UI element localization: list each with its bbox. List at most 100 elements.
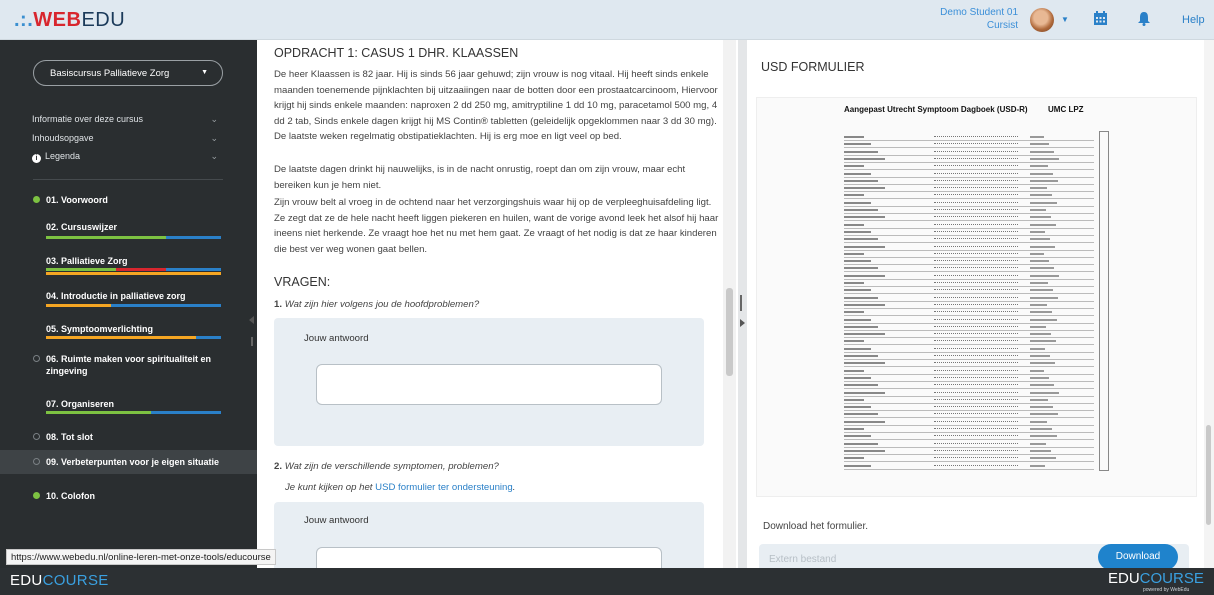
doc-row-line [844,353,1094,360]
case-paragraph: De heer Klaassen is 82 jaar. Hij is sind… [274,69,718,142]
sidebar-link-legend[interactable]: i Legenda ⌄ [32,151,222,163]
doc-row-line [844,171,1094,178]
download-button[interactable]: Download [1098,544,1178,568]
doc-row-line [844,295,1094,302]
doc-title: Aangepast Utrecht Symptoom Dagboek (USD-… [844,105,1028,114]
panel-title: USD FORMULIER [761,60,865,74]
doc-row-line [844,156,1094,163]
progress-bar [166,268,221,271]
powered-by: powered by WebEdu [1143,587,1190,593]
progress-bar [196,336,221,339]
not-started-icon [33,458,40,465]
user-name: Demo Student 01 [940,7,1018,18]
scrollbar-thumb[interactable] [726,288,733,376]
webedu-logo[interactable]: .:.WEBEDU [14,9,125,32]
doc-row-line [844,163,1094,171]
doc-row-line [844,331,1094,339]
educourse-logo: EDUCOURSE [1108,570,1204,587]
external-file-field: Extern bestand [769,554,837,565]
scrollbar[interactable] [723,40,736,568]
resize-handle[interactable] [740,295,742,311]
doc-row-line [844,448,1094,455]
scrollbar[interactable] [1204,40,1214,568]
panel-divider[interactable] [738,40,747,568]
calendar-icon[interactable] [1093,11,1108,26]
chevron-down-icon[interactable]: ▼ [1061,15,1069,24]
scrollbar-thumb[interactable] [1206,425,1211,525]
section-heading: VRAGEN: [274,275,331,289]
progress-bar [46,272,221,275]
doc-row-line [844,324,1094,331]
doc-row-line [844,251,1094,258]
doc-row-line [844,309,1094,317]
main-content: OPDRACHT 1: CASUS 1 DHR. KLAASSEN De hee… [257,40,738,568]
doc-row-line [844,244,1094,251]
not-started-icon [33,433,40,440]
chevron-down-icon: ⌄ [210,133,218,143]
answer-card: Jouw antwoord [274,502,704,568]
doc-row-line [844,207,1094,214]
progress-bar [151,411,221,414]
doc-org: UMC LPZ [1048,105,1084,114]
course-select[interactable]: Basiscursus Palliatieve Zorg ▼ [33,60,223,86]
doc-row-line [844,229,1094,236]
resize-handle[interactable] [251,337,253,346]
avatar[interactable] [1030,8,1054,32]
user-role: Cursist [986,20,1018,31]
chevron-down-icon: ▼ [201,69,208,76]
footer: EDUCOURSE EDUCOURSE powered by WebEdu [0,568,1214,595]
doc-row-line [844,390,1094,397]
answer-1-textarea[interactable] [316,364,662,405]
user-info[interactable]: Demo Student 01 Cursist [940,6,1018,32]
doc-row-line [844,149,1094,156]
doc-row-line [844,375,1094,382]
expand-arrow-icon[interactable] [740,319,745,327]
doc-row-line [844,214,1094,222]
download-label: Download het formulier. [763,521,869,532]
progress-bar [46,304,111,307]
info-icon: i [32,154,41,163]
progress-bar [46,336,196,339]
answer-label: Jouw antwoord [304,333,369,344]
usd-form-link[interactable]: USD formulier ter ondersteuning [375,482,513,493]
progress-bar [111,304,221,307]
doc-row-line [844,368,1094,375]
doc-row-line [844,178,1094,185]
status-url: https://www.webedu.nl/online-leren-met-o… [6,549,276,565]
doc-row-line [844,360,1094,368]
doc-row-line [844,200,1094,207]
bell-icon[interactable] [1137,11,1151,26]
doc-row-line [844,317,1094,324]
doc-row-line [844,338,1094,346]
doc-row-line [844,265,1094,273]
answer-2-textarea[interactable] [316,547,662,568]
doc-row-line [844,192,1094,200]
doc-row-line [844,404,1094,412]
doc-row-line [844,433,1094,441]
completed-icon [33,492,40,499]
doc-row-line [844,419,1094,426]
doc-row-line [844,382,1094,390]
doc-row-line [844,134,1094,141]
side-panel: USD FORMULIER Aangepast Utrecht Symptoom… [747,40,1214,568]
divider [33,179,223,180]
sidebar-link-contents[interactable]: Inhoudsopgave ⌄ [32,133,222,143]
top-bar: .:.WEBEDU Demo Student 01 Cursist ▼ Help [0,0,1214,40]
usd-form-image: Aangepast Utrecht Symptoom Dagboek (USD-… [756,97,1197,497]
progress-bar [46,236,166,239]
collapse-arrow-icon[interactable] [249,316,254,324]
doc-side-note [1099,131,1109,471]
sidebar-link-course-info[interactable]: Informatie over deze cursus ⌄ [32,114,222,124]
doc-row-line [844,397,1094,404]
progress-bar [166,236,221,239]
doc-row-line [844,258,1094,266]
sidebar-item-verbeterpunten[interactable]: 09. Verbeterpunten voor je eigen situati… [0,450,257,474]
answer-card: Jouw antwoord [274,318,704,446]
help-link[interactable]: Help [1182,14,1205,26]
doc-row-line [844,455,1094,463]
doc-row-line [844,426,1094,433]
doc-row-line [844,346,1094,353]
doc-row-line [844,441,1094,448]
doc-row-line [844,280,1094,287]
case-paragraph: De laatste dagen drinkt hij nauwelijks, … [274,164,686,191]
